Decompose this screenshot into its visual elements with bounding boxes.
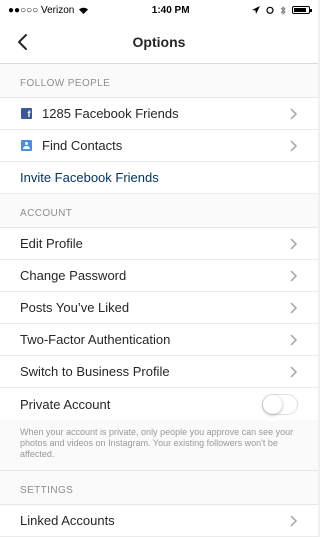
private-account-row: Private Account bbox=[0, 388, 318, 420]
carrier-label: ●●○○○ Verizon bbox=[8, 4, 75, 16]
chevron-right-icon bbox=[290, 139, 298, 152]
chevron-right-icon bbox=[290, 269, 298, 282]
nav-bar: Options bbox=[0, 20, 318, 64]
two-factor-label: Two-Factor Authentication bbox=[20, 332, 171, 347]
linked-accounts-row[interactable]: Linked Accounts bbox=[0, 505, 318, 537]
bluetooth-icon bbox=[280, 5, 286, 15]
status-bar: ●●○○○ Verizon 1:40 PM bbox=[0, 0, 318, 20]
posts-liked-row[interactable]: Posts You’ve Liked bbox=[0, 292, 318, 324]
facebook-friends-label: 1285 Facebook Friends bbox=[42, 106, 179, 121]
invite-facebook-friends-link[interactable]: Invite Facebook Friends bbox=[0, 162, 318, 194]
battery-icon bbox=[291, 6, 312, 14]
change-password-label: Change Password bbox=[20, 268, 127, 283]
business-profile-label: Switch to Business Profile bbox=[20, 364, 170, 379]
chevron-right-icon bbox=[290, 301, 298, 314]
toggle-knob bbox=[263, 394, 282, 414]
back-arrow-icon[interactable] bbox=[14, 32, 32, 52]
change-password-row[interactable]: Change Password bbox=[0, 260, 318, 292]
chevron-right-icon bbox=[290, 333, 298, 346]
private-account-toggle[interactable] bbox=[262, 393, 298, 415]
facebook-icon: f bbox=[20, 108, 32, 120]
section-header-account: ACCOUNT bbox=[0, 194, 318, 228]
facebook-friends-row[interactable]: f 1285 Facebook Friends bbox=[0, 98, 318, 130]
section-header-follow-people: FOLLOW PEOPLE bbox=[0, 64, 318, 98]
contacts-icon bbox=[20, 140, 32, 152]
business-profile-row[interactable]: Switch to Business Profile bbox=[0, 356, 318, 388]
linked-accounts-label: Linked Accounts bbox=[20, 513, 115, 528]
invite-facebook-friends-label: Invite Facebook Friends bbox=[20, 170, 159, 185]
status-left: ●●○○○ Verizon bbox=[8, 5, 89, 16]
chevron-right-icon bbox=[290, 237, 298, 250]
find-contacts-label: Find Contacts bbox=[42, 138, 123, 153]
chevron-right-icon bbox=[290, 514, 298, 527]
posts-liked-label: Posts You’ve Liked bbox=[20, 300, 130, 315]
page-title: Options bbox=[132, 33, 186, 50]
options-screen: ●●○○○ Verizon 1:40 PM Options FOLLOW PEO… bbox=[0, 0, 318, 537]
wifi-icon bbox=[79, 7, 89, 14]
section-header-settings: SETTINGS bbox=[0, 471, 318, 505]
edit-profile-label: Edit Profile bbox=[20, 236, 83, 251]
find-contacts-row[interactable]: Find Contacts bbox=[0, 130, 318, 162]
chevron-right-icon bbox=[290, 107, 298, 120]
private-account-label: Private Account bbox=[20, 396, 111, 412]
private-account-note: When your account is private, only peopl… bbox=[0, 420, 318, 471]
status-time: 1:40 PM bbox=[151, 4, 190, 16]
status-right bbox=[251, 5, 312, 15]
alarm-icon bbox=[266, 6, 274, 14]
edit-profile-row[interactable]: Edit Profile bbox=[0, 228, 318, 260]
chevron-right-icon bbox=[290, 365, 298, 378]
location-icon bbox=[251, 6, 260, 14]
two-factor-row[interactable]: Two-Factor Authentication bbox=[0, 324, 318, 356]
